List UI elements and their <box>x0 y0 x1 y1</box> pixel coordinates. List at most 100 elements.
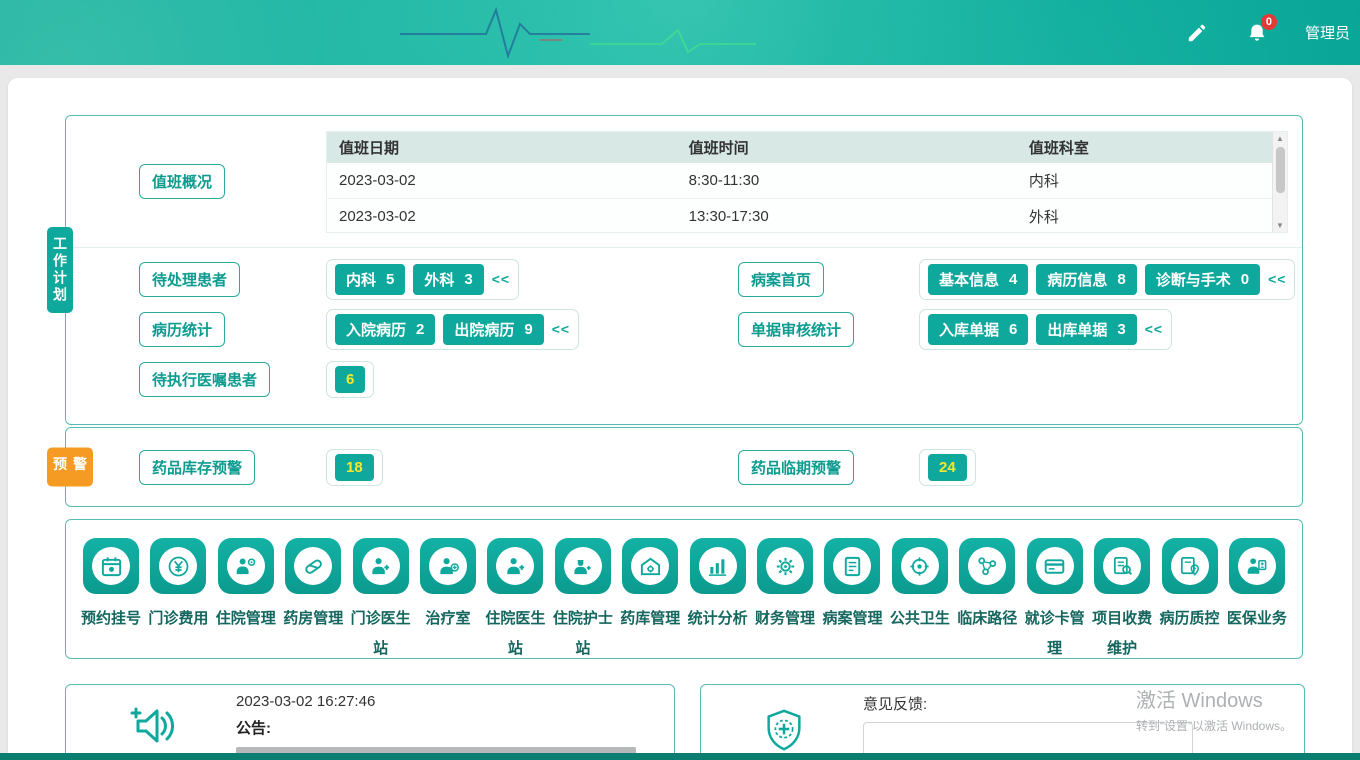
app-label: 项目收费维护 <box>1092 610 1153 657</box>
app-icon-circle <box>563 547 602 585</box>
app-tile[interactable]: 治疗室 <box>417 538 479 658</box>
stat-button-cell: 待处理患者 <box>139 261 326 297</box>
app-tile[interactable]: 住院护士站 <box>552 538 614 658</box>
stat-badge[interactable]: 24 <box>928 453 967 481</box>
expand-toggle[interactable]: << <box>1145 321 1163 337</box>
badge-value: 24 <box>939 458 956 476</box>
app-label: 住院医生站 <box>485 610 546 657</box>
duty-table-cell: 2023-03-02 <box>327 162 677 199</box>
app-tile[interactable]: 药房管理 <box>282 538 344 658</box>
alert-button[interactable]: 药品库存预警 <box>139 449 256 485</box>
expand-toggle[interactable]: << <box>552 321 570 337</box>
app-icon-circle <box>631 547 670 585</box>
scroll-down-icon[interactable]: ▼ <box>1276 219 1284 232</box>
alert-side-label: 预警 <box>47 447 93 487</box>
badge-group: 6 <box>326 360 375 398</box>
nurse-icon <box>554 538 611 594</box>
announcement-title: 公告: <box>236 720 271 737</box>
target-icon <box>891 538 948 594</box>
app-tile[interactable]: 门诊医生站 <box>350 538 412 658</box>
stat-badge[interactable]: 病历信息 8 <box>1036 263 1137 295</box>
badge-value: 18 <box>346 458 363 476</box>
stat-button[interactable]: 病案首页 <box>738 261 825 297</box>
stat-button-cell: 单据审核统计 <box>738 311 919 347</box>
notification-badge: 0 <box>1260 13 1277 30</box>
stat-button-cell: 待执行医嘱患者 <box>139 361 326 397</box>
edit-pencil-icon[interactable] <box>1185 21 1209 45</box>
alert-badge-cell: 24 <box>919 448 1302 486</box>
app-tile[interactable]: 药库管理 <box>619 538 681 658</box>
duty-table-cell: 2023-03-02 <box>327 198 677 232</box>
app-icon-circle <box>1170 547 1209 585</box>
stat-badge[interactable]: 诊断与手术 0 <box>1144 263 1261 295</box>
table-scrollbar[interactable]: ▲ ▼ <box>1272 131 1287 232</box>
treatment-icon <box>420 538 477 594</box>
expand-toggle[interactable]: << <box>1268 271 1286 287</box>
stat-button[interactable]: 待执行医嘱患者 <box>139 361 271 397</box>
app-icon-circle <box>1035 547 1074 585</box>
app-tile[interactable]: 公共卫生 <box>889 538 951 658</box>
duty-overview-row: 值班概况 值班日期 值班时间 值班科室 2023-03-02 8:30-11:30 内科… <box>66 116 1302 248</box>
yen-icon <box>150 538 207 594</box>
badge-group: 内科 5 外科 3 << <box>326 258 520 300</box>
stat-badge[interactable]: 出库单据 3 <box>1036 313 1137 345</box>
scrollbar-thumb[interactable] <box>1276 146 1285 193</box>
app-tile[interactable]: 病案管理 <box>821 538 883 658</box>
stat-row: 病历统计 入院病历 2 出院病历 9 << 单据审核统计 入库单据 6 出库单据 3 << <box>66 304 1302 354</box>
app-icon-circle <box>361 547 400 585</box>
app-tile[interactable]: 就诊卡管理 <box>1024 538 1086 658</box>
badge-value: 5 <box>386 270 395 288</box>
app-tile[interactable]: 住院医生站 <box>484 538 546 658</box>
chart-icon <box>689 538 746 594</box>
expand-toggle[interactable]: << <box>492 271 510 287</box>
stat-badge[interactable]: 6 <box>335 365 366 393</box>
app-label: 药库管理 <box>620 610 681 627</box>
stat-badge[interactable]: 基本信息 4 <box>928 263 1029 295</box>
stat-button[interactable]: 病历统计 <box>139 311 226 347</box>
app-tile[interactable]: 财务管理 <box>754 538 816 658</box>
user-label[interactable]: 管理员 <box>1305 22 1350 43</box>
stat-badge[interactable]: 外科 3 <box>413 263 484 295</box>
stat-badge[interactable]: 内科 5 <box>335 263 406 295</box>
app-tile[interactable]: 预约挂号 <box>80 538 142 658</box>
app-label: 医保业务 <box>1226 610 1287 627</box>
app-icon-circle <box>226 547 265 585</box>
stat-badge[interactable]: 出院病历 9 <box>443 313 544 345</box>
duty-overview-button[interactable]: 值班概况 <box>139 164 226 199</box>
document-icon <box>824 538 881 594</box>
badge-group: 基本信息 4 病历信息 8 诊断与手术 0 << <box>919 258 1296 300</box>
stat-button-cell: 病历统计 <box>139 311 326 347</box>
stat-badge[interactable]: 入库单据 6 <box>928 313 1029 345</box>
app-label: 药房管理 <box>283 610 344 627</box>
qc-pin-icon <box>1161 538 1218 594</box>
app-tile[interactable]: 住院管理 <box>215 538 277 658</box>
notification-bell-icon[interactable]: 0 <box>1245 13 1277 45</box>
app-tile[interactable]: 统计分析 <box>687 538 749 658</box>
stat-badge[interactable]: 入院病历 2 <box>335 313 436 345</box>
app-icon-circle <box>900 547 939 585</box>
stat-badge[interactable]: 18 <box>335 453 374 481</box>
app-tile[interactable]: 病历质控 <box>1159 538 1221 658</box>
duty-table-header: 值班科室 <box>1016 131 1272 163</box>
app-tile[interactable]: 项目收费维护 <box>1091 538 1153 658</box>
app-icon-circle <box>496 547 535 585</box>
app-label: 统计分析 <box>687 610 748 627</box>
alert-button[interactable]: 药品临期预警 <box>738 449 855 485</box>
stat-badges-cell: 入库单据 6 出库单据 3 << <box>919 308 1302 350</box>
announcement-panel: 2023-03-02 16:27:46 公告: <box>65 684 675 760</box>
duty-table-row[interactable]: 2023-03-02 13:30-17:30 外科 <box>327 198 1272 232</box>
stat-button[interactable]: 单据审核统计 <box>738 311 855 347</box>
badge-value: 6 <box>1009 320 1018 338</box>
duty-table-cell: 内科 <box>1016 162 1272 199</box>
duty-table-row[interactable]: 2023-03-02 8:30-11:30 内科 <box>327 162 1272 199</box>
app-tile[interactable]: 医保业务 <box>1226 538 1288 658</box>
insurance-icon <box>1228 538 1285 594</box>
scroll-up-icon[interactable]: ▲ <box>1276 132 1284 145</box>
duty-table-header: 值班日期 <box>327 131 677 163</box>
app-icon-circle <box>968 547 1007 585</box>
stat-button[interactable]: 待处理患者 <box>139 261 241 297</box>
app-tile[interactable]: 门诊费用 <box>147 538 209 658</box>
app-icon-circle <box>159 547 198 585</box>
duty-table-container: 值班日期 值班时间 值班科室 2023-03-02 8:30-11:30 内科 2023-… <box>326 130 1288 233</box>
app-tile[interactable]: 临床路径 <box>956 538 1018 658</box>
